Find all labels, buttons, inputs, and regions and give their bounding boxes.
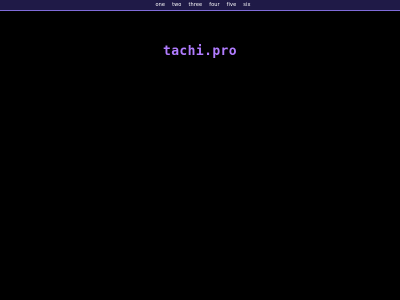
nav-link-five[interactable]: five	[227, 2, 237, 8]
nav-link-four[interactable]: four	[209, 2, 219, 8]
page: one two three four five six tachi.pro	[0, 0, 400, 300]
top-navigation-bar: one two three four five six	[0, 0, 400, 11]
site-title: tachi.pro	[162, 44, 238, 59]
nav-link-one[interactable]: one	[155, 2, 165, 8]
nav-menu: one two three four five six	[149, 2, 250, 8]
nav-link-six[interactable]: six	[243, 2, 250, 8]
nav-link-three[interactable]: three	[188, 2, 202, 8]
nav-link-two[interactable]: two	[172, 2, 181, 8]
